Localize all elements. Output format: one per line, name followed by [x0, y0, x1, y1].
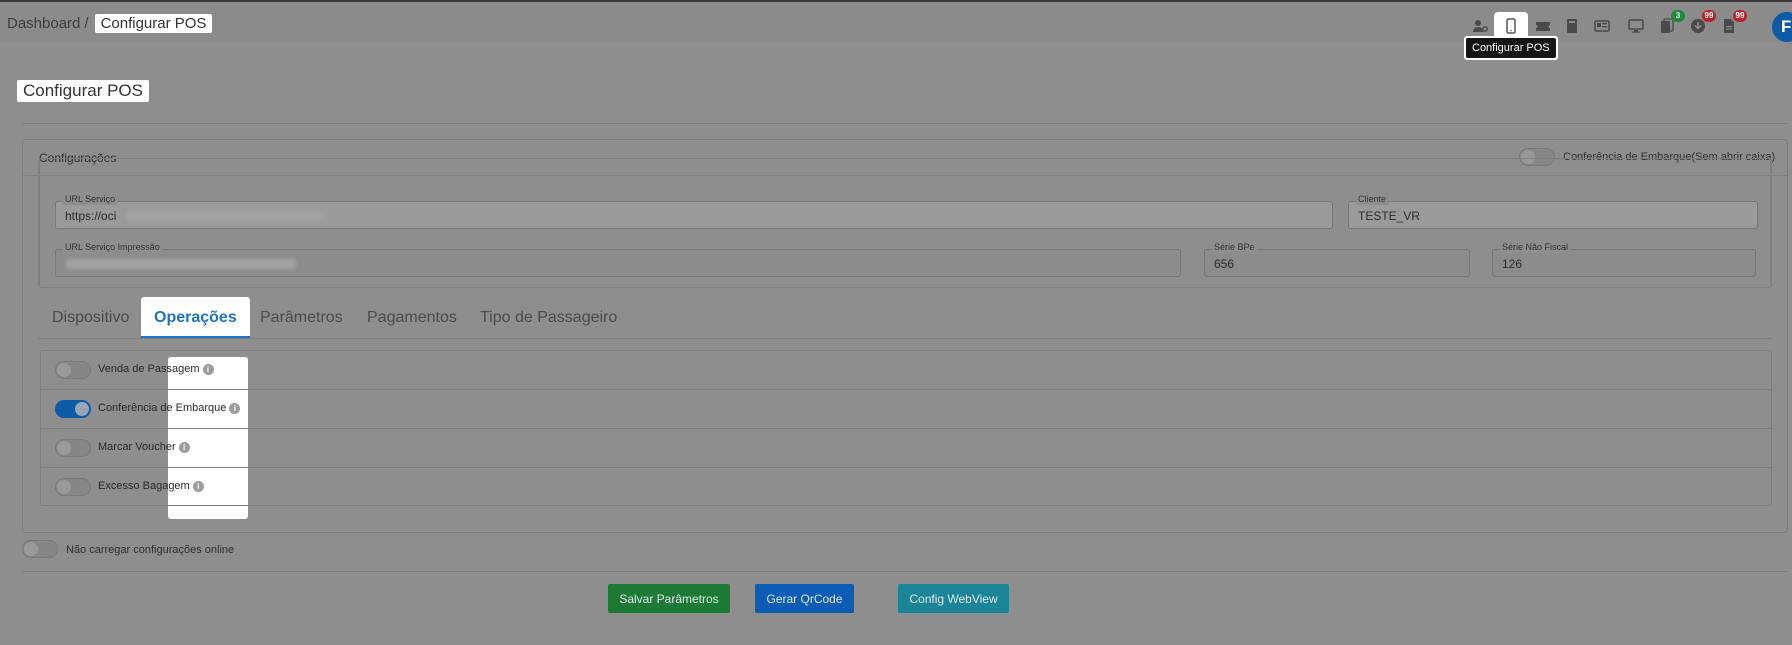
tooltip: Configurar POS — [1464, 36, 1558, 60]
documents-icon[interactable]: 3 — [1655, 10, 1685, 38]
url-service-redacted — [126, 211, 326, 221]
footer-divider — [22, 571, 1788, 572]
info-icon[interactable]: i — [178, 441, 190, 453]
avatar[interactable]: F — [1772, 12, 1792, 42]
url-service-label: URL Serviço — [63, 194, 118, 205]
conferencia-embarque-text: Conferência de Embarque — [98, 402, 227, 414]
url-print-label: URL Serviço Impressão — [63, 242, 162, 253]
breadcrumb-separator: / — [84, 15, 89, 32]
conferencia-embarque-toggle[interactable] — [55, 400, 91, 418]
tooltip-text: Configurar POS — [1466, 38, 1556, 58]
info-icon[interactable]: i — [229, 402, 241, 414]
url-print-redacted — [66, 259, 296, 269]
operation-row-conferencia: Conferência de Embarque i — [41, 390, 1771, 429]
service-fields: URL Serviço https://oci Cliente TESTE_VR… — [38, 158, 1772, 288]
venda-passagem-label: Venda de Passagem i — [98, 363, 214, 375]
info-icon[interactable]: i — [202, 363, 214, 375]
operation-row-voucher: Marcar Voucher i — [41, 429, 1771, 468]
user-gear-icon[interactable] — [1468, 14, 1492, 38]
generate-qrcode-button[interactable]: Gerar QrCode — [755, 584, 854, 613]
documents-badge: 3 — [1671, 10, 1685, 22]
offline-config-toggle[interactable] — [22, 540, 58, 558]
excesso-bagagem-label: Excesso Bagagem i — [98, 480, 204, 492]
info-icon[interactable]: i — [192, 480, 204, 492]
client-value: TESTE_VR — [1358, 209, 1421, 223]
title-divider — [22, 123, 1788, 124]
url-service-field[interactable]: URL Serviço https://oci — [55, 194, 1333, 229]
marcar-voucher-toggle[interactable] — [55, 439, 91, 457]
tab-operacoes[interactable]: Operações — [141, 297, 250, 339]
marcar-voucher-text: Marcar Voucher — [98, 441, 176, 453]
tab-parametros[interactable]: Parâmetros — [260, 297, 343, 339]
serie-nf-value: 126 — [1502, 257, 1523, 271]
download-badge: 99 — [1702, 10, 1716, 22]
operations-list: Venda de Passagem i Conferência de Embarq… — [40, 350, 1772, 506]
page-title: Configurar POS — [17, 80, 149, 102]
breadcrumb-dashboard[interactable]: Dashboard — [7, 15, 80, 32]
client-field[interactable]: Cliente TESTE_VR — [1348, 194, 1758, 229]
excesso-bagagem-toggle[interactable] — [55, 478, 91, 496]
marcar-voucher-label: Marcar Voucher i — [98, 441, 190, 453]
operation-row-bagagem: Excesso Bagagem i — [41, 468, 1771, 507]
url-service-value: https://oci — [65, 209, 117, 223]
serie-bpe-field[interactable]: Série BPe 656 — [1204, 242, 1470, 277]
download-icon[interactable]: 99 — [1686, 10, 1716, 38]
tab-tipo-passageiro[interactable]: Tipo de Passageiro — [480, 297, 617, 339]
ticket-icon[interactable] — [1531, 14, 1555, 38]
url-print-field[interactable]: URL Serviço Impressão — [55, 242, 1181, 277]
venda-passagem-text: Venda de Passagem — [98, 363, 200, 375]
conferencia-embarque-label: Conferência de Embarque i — [98, 402, 241, 414]
file-icon[interactable]: 99 — [1717, 10, 1747, 38]
tab-dispositivo[interactable]: Dispositivo — [52, 297, 129, 339]
file-badge: 99 — [1733, 10, 1747, 22]
breadcrumb-current: Configurar POS — [94, 14, 213, 33]
tabs-divider — [38, 338, 1772, 339]
tab-pagamentos[interactable]: Pagamentos — [367, 297, 457, 339]
venda-passagem-toggle[interactable] — [55, 361, 91, 379]
excesso-bagagem-text: Excesso Bagagem — [98, 480, 190, 492]
save-parameters-button[interactable]: Salvar Parâmetros — [608, 584, 730, 613]
operation-row-venda: Venda de Passagem i — [41, 351, 1771, 390]
offline-config-label: Não carregar configurações online — [66, 544, 235, 556]
newspaper-icon[interactable] — [1590, 14, 1614, 38]
client-label: Cliente — [1356, 194, 1389, 205]
serie-bpe-value: 656 — [1214, 257, 1235, 271]
book-icon[interactable] — [1560, 14, 1584, 38]
serie-nf-label: Série Não Fiscal — [1500, 242, 1571, 253]
serie-nf-field[interactable]: Série Não Fiscal 126 — [1492, 242, 1756, 277]
breadcrumb: Dashboard / Configurar POS — [7, 14, 213, 33]
config-webview-button[interactable]: Config WebView — [898, 584, 1009, 613]
monitor-icon[interactable] — [1624, 14, 1648, 38]
serie-bpe-label: Série BPe — [1212, 242, 1257, 253]
